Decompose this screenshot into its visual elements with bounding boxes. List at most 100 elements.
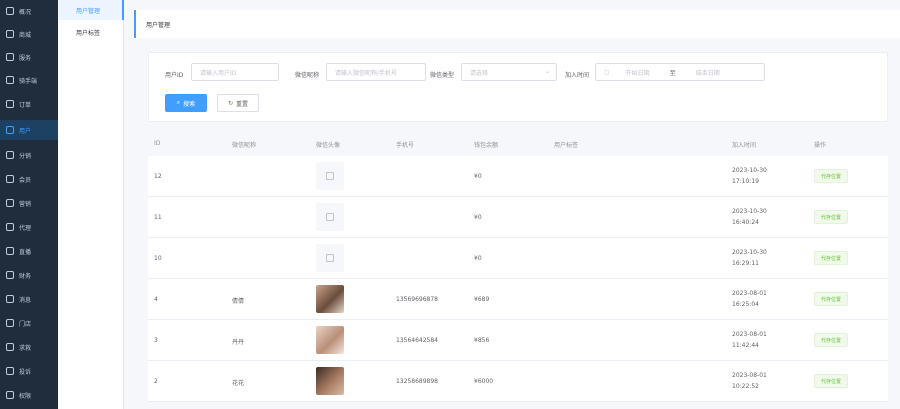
table-row: 4 倩倩 13569696878 ¥689 2023-08-01 16:25:04… <box>148 279 888 320</box>
cell-id: 12 <box>154 173 162 180</box>
user-id-input[interactable]: 请输入用户ID <box>191 63 279 81</box>
sidebar-item-message[interactable]: 消息 <box>0 289 58 309</box>
cell-id: 11 <box>154 214 162 221</box>
sidebar-item-service[interactable]: 服务 <box>0 47 58 67</box>
reset-button[interactable]: ↻ 重置 <box>217 94 259 112</box>
cell-join-time: 2023-08-01 16:25:04 <box>732 290 767 308</box>
table-row: 11 ¥0 2023-10-30 16:40:24 代存位置 <box>148 197 888 238</box>
sidebar-item-label: 代理 <box>19 224 32 232</box>
member-icon <box>6 175 14 183</box>
action-button[interactable]: 代存位置 <box>814 333 849 347</box>
agent-icon <box>6 223 14 231</box>
submenu-item-user-tags[interactable]: 用户标签 <box>58 22 124 42</box>
sidebar-item-label: 权限 <box>19 392 32 400</box>
col-avatar: 微信头像 <box>316 142 341 149</box>
page-header: 用户管理 <box>134 10 900 38</box>
col-actions: 操作 <box>814 142 827 149</box>
action-button[interactable]: 代存位置 <box>814 374 849 388</box>
wechat-type-select[interactable]: 请选择 ⌄ <box>461 63 557 81</box>
distribution-icon <box>6 151 14 159</box>
cell-nickname: 花花 <box>232 380 245 387</box>
search-button[interactable]: ⌕ 搜索 <box>165 94 207 112</box>
rider-icon <box>6 76 14 84</box>
page-title: 用户管理 <box>146 21 171 29</box>
cell-id: 4 <box>154 296 158 303</box>
service-icon <box>6 53 14 61</box>
cell-id: 10 <box>154 255 162 262</box>
sidebar-item-store[interactable]: 门店 <box>0 313 58 333</box>
sidebar-item-label: 直播 <box>19 248 32 256</box>
col-tags: 用户标签 <box>554 142 579 149</box>
cell-balance: ¥856 <box>474 337 490 344</box>
order-icon <box>6 100 14 108</box>
search-icon: ⌕ <box>176 99 181 106</box>
table-row: 12 ¥0 2023-10-30 17:10:19 代存位置 <box>148 156 888 197</box>
shop-icon <box>6 30 14 38</box>
nickname-phone-input[interactable]: 请输入微信昵称/手机号 <box>326 63 426 81</box>
action-button[interactable]: 代存位置 <box>814 169 849 183</box>
table-row: 10 ¥0 2023-10-30 16:29:11 代存位置 <box>148 238 888 279</box>
store-icon <box>6 319 14 327</box>
avatar-placeholder-icon <box>316 162 344 190</box>
sidebar-item-label: 求救 <box>19 344 32 352</box>
finance-icon <box>6 271 14 279</box>
sidebar-item-complaint[interactable]: 投诉 <box>0 361 58 381</box>
sidebar-item-label: 门店 <box>19 320 32 328</box>
submenu-item-label: 用户管理 <box>76 7 101 15</box>
sidebar-item-overview[interactable]: 概况 <box>0 1 58 21</box>
marketing-icon <box>6 199 14 207</box>
sidebar-item-label: 投诉 <box>19 368 32 376</box>
action-button[interactable]: 代存位置 <box>814 292 849 306</box>
sidebar-item-label: 分销 <box>19 152 32 160</box>
sidebar-item-label: 财务 <box>19 272 32 280</box>
sidebar-item-live[interactable]: 直播 <box>0 241 58 261</box>
sidebar-item-label: 消息 <box>19 296 32 304</box>
calendar-icon: ▢ <box>604 68 610 76</box>
cell-balance: ¥6000 <box>474 378 494 385</box>
sidebar-item-agent[interactable]: 代理 <box>0 217 58 237</box>
sidebar-item-shop[interactable]: 商城 <box>0 24 58 44</box>
avatar-placeholder-icon <box>316 203 344 231</box>
cell-id: 2 <box>154 378 158 385</box>
sidebar-item-marketing[interactable]: 营销 <box>0 193 58 213</box>
submenu-item-user-management[interactable]: 用户管理 <box>58 0 124 20</box>
sidebar-item-distribution[interactable]: 分销 <box>0 145 58 165</box>
sidebar-item-orders[interactable]: 订单 <box>0 94 58 114</box>
sidebar-item-users[interactable]: 用户 <box>0 120 58 140</box>
refresh-icon: ↻ <box>227 99 233 107</box>
sidebar-item-sos[interactable]: 求救 <box>0 337 58 357</box>
cell-nickname: 倩倩 <box>232 298 245 305</box>
sidebar-item-member[interactable]: 会员 <box>0 169 58 189</box>
complaint-icon <box>6 367 14 375</box>
action-button[interactable]: 代存位置 <box>814 251 849 265</box>
sidebar-item-label: 商城 <box>19 31 32 39</box>
filter-panel: 用户ID 请输入用户ID 微信昵称 请输入微信昵称/手机号 微信类型 请选择 ⌄ … <box>148 52 888 122</box>
join-date-separator: 至 <box>669 69 676 77</box>
user-icon <box>6 126 14 134</box>
sidebar-item-rider[interactable]: 骑手端 <box>0 70 58 90</box>
cell-join-time: 2023-08-01 11:42:44 <box>732 331 767 349</box>
cell-phone: 13564642584 <box>396 337 438 344</box>
live-icon <box>6 247 14 255</box>
cell-balance: ¥0 <box>474 214 482 221</box>
cell-balance: ¥689 <box>474 296 490 303</box>
join-date-range[interactable]: ▢ 开始日期 至 结束日期 <box>595 63 765 81</box>
join-start-date: 开始日期 <box>625 69 650 77</box>
nickname-label: 微信昵称 <box>295 72 320 79</box>
sidebar-item-permission[interactable]: 权限 <box>0 385 58 405</box>
permission-icon <box>6 391 14 399</box>
sidebar-item-label: 订单 <box>19 101 32 109</box>
col-phone: 手机号 <box>396 142 415 149</box>
action-button[interactable]: 代存位置 <box>814 210 849 224</box>
avatar <box>316 326 344 354</box>
submenu: 用户管理 用户标签 <box>58 0 124 409</box>
cell-join-time: 2023-10-30 16:29:11 <box>732 249 767 267</box>
cell-join-time: 2023-08-01 10:22:52 <box>732 372 767 390</box>
cell-balance: ¥0 <box>474 173 482 180</box>
sidebar-item-label: 概况 <box>19 8 32 16</box>
sidebar-item-finance[interactable]: 财务 <box>0 265 58 285</box>
cell-phone: 13569696878 <box>396 296 438 303</box>
sidebar: 概况 商城 服务 骑手端 订单 用户 分销 会员 营销 代理 直播 财务 消息 … <box>0 0 58 409</box>
col-balance: 钱包余额 <box>474 142 499 149</box>
message-icon <box>6 295 14 303</box>
